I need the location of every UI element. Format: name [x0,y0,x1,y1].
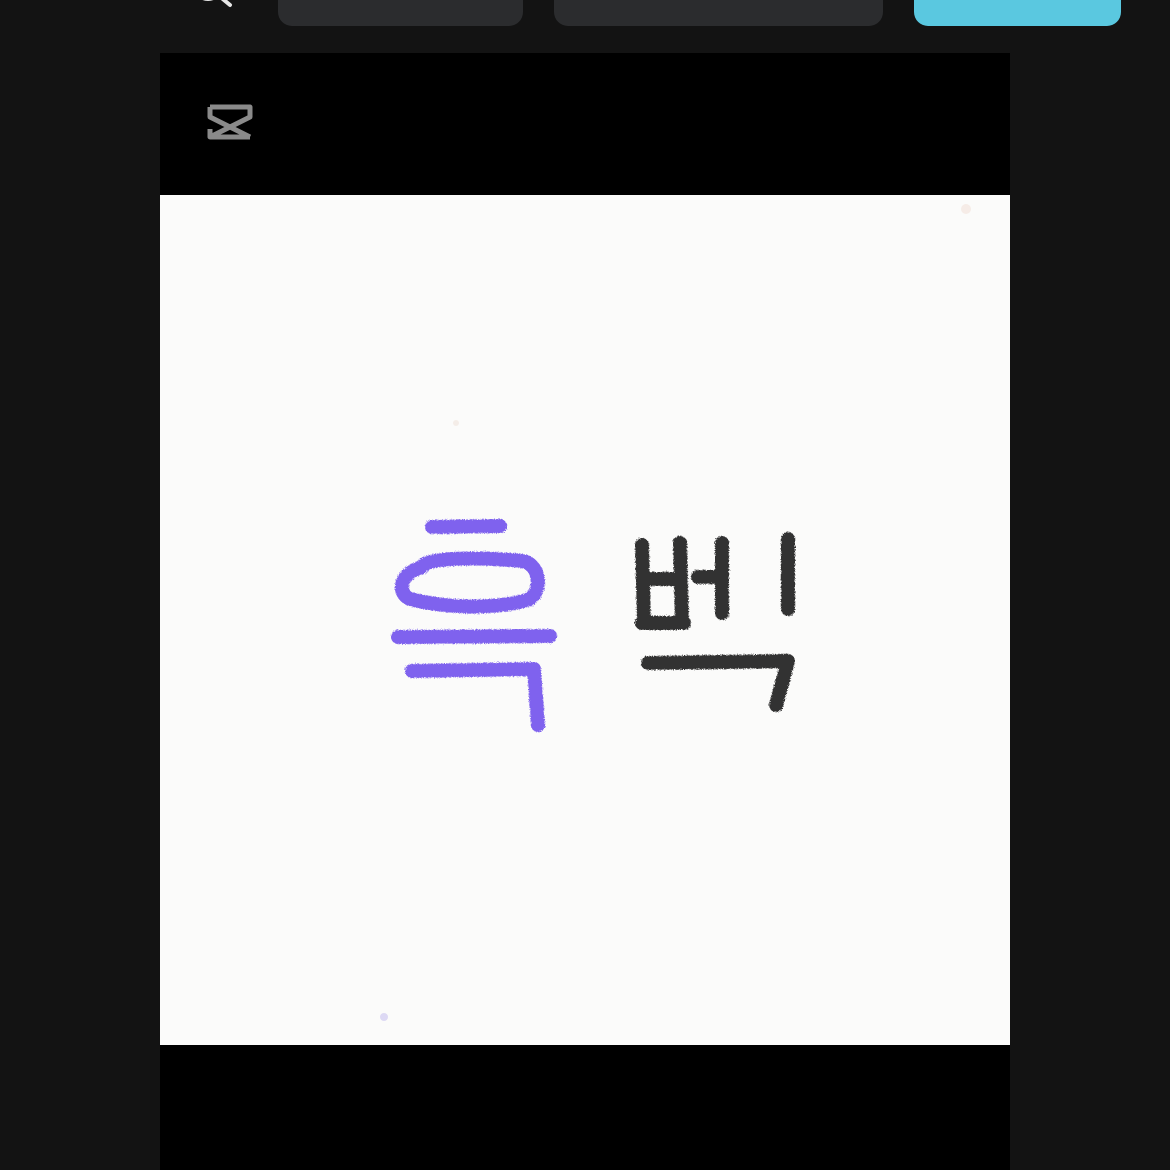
handwritten-char-heuk [391,519,557,732]
search-icon[interactable] [190,0,234,22]
capcut-logo-icon [207,104,253,140]
preview-letterbox-top [160,53,1010,195]
preview-canvas [160,195,1010,1045]
toolbar-pill-button[interactable] [554,0,883,26]
preview-letterbox-bottom [160,1045,1010,1170]
handwritten-char-baek [635,532,795,712]
top-toolbar [0,0,1170,30]
toolbar-pill-button[interactable] [278,0,523,26]
export-button[interactable] [914,0,1121,26]
handwritten-artwork [380,204,971,1021]
video-preview[interactable] [160,53,1010,1170]
back-arrow-icon[interactable] [60,0,104,22]
video-editor-screen [0,0,1170,1170]
